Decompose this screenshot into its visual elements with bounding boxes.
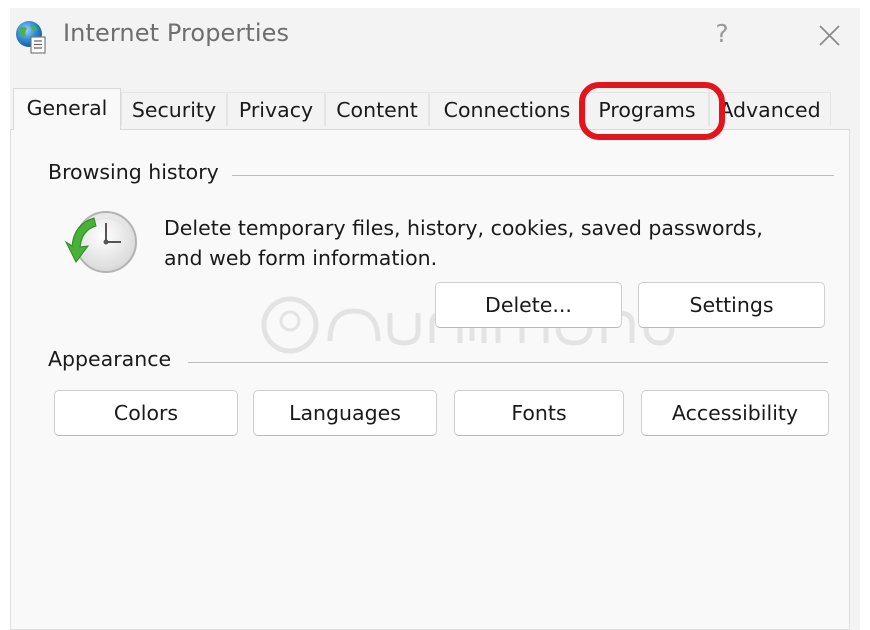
- window-title: Internet Properties: [63, 19, 290, 47]
- tab-programs[interactable]: Programs: [585, 92, 709, 126]
- fonts-button[interactable]: Fonts: [454, 390, 624, 436]
- general-tab-panel: [10, 129, 850, 630]
- history-clock-icon: [64, 211, 137, 273]
- globe-document-icon: [16, 21, 46, 54]
- tab-connections[interactable]: Connections: [429, 92, 585, 126]
- title-bar[interactable]: Internet Properties ?: [10, 8, 860, 60]
- description-line-1: Delete temporary files, history, cookies…: [164, 216, 763, 240]
- tab-strip: General Security Privacy Content Connect…: [10, 88, 860, 130]
- description-line-2: and web form information.: [164, 246, 438, 270]
- close-icon[interactable]: [810, 16, 848, 54]
- tab-content[interactable]: Content: [325, 92, 429, 126]
- colors-button[interactable]: Colors: [54, 390, 238, 436]
- delete-button[interactable]: Delete...: [435, 282, 622, 328]
- internet-properties-dialog: Internet Properties ? General Security P…: [10, 8, 860, 630]
- appearance-divider: [188, 362, 828, 363]
- browsing-history-description: Delete temporary files, history, cookies…: [164, 213, 824, 273]
- help-button[interactable]: ?: [702, 14, 742, 54]
- appearance-heading: Appearance: [48, 347, 178, 371]
- tab-general[interactable]: General: [13, 88, 121, 130]
- accessibility-button[interactable]: Accessibility: [641, 390, 829, 436]
- tab-security[interactable]: Security: [121, 92, 227, 126]
- browsing-history-divider: [232, 175, 834, 176]
- browsing-history-heading: Browsing history: [48, 160, 225, 184]
- tab-advanced[interactable]: Advanced: [709, 92, 831, 126]
- languages-button[interactable]: Languages: [253, 390, 437, 436]
- history-settings-button[interactable]: Settings: [638, 282, 825, 328]
- tab-privacy[interactable]: Privacy: [227, 92, 325, 126]
